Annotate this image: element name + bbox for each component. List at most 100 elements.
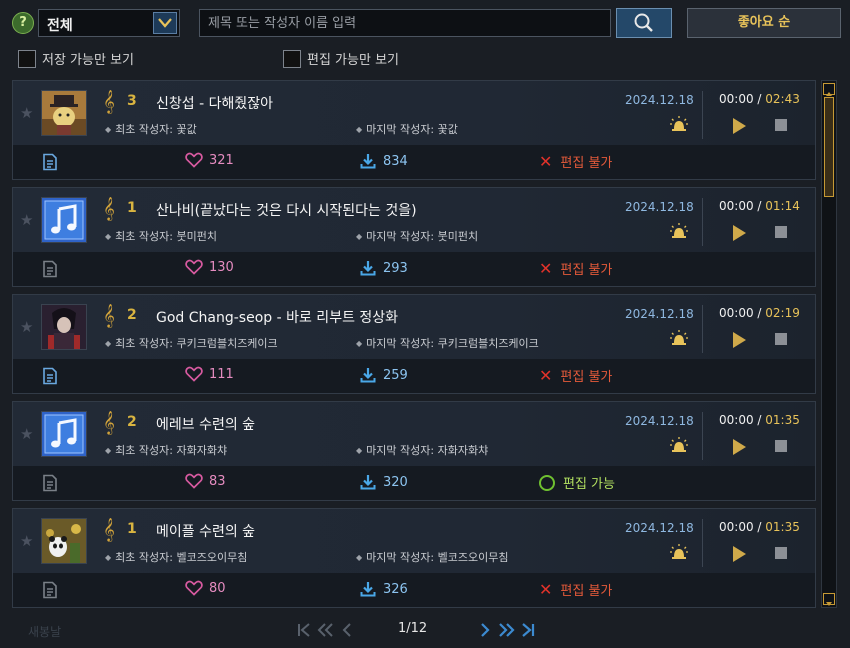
diamond-icon: ◆ <box>356 232 363 241</box>
song-card-info: ★ 𝄞 3 신창섭 - 다해줬잖아 ◆ 최초 작성자: 꽃값 ◆ 마지막 작성자: … <box>13 81 815 145</box>
song-title[interactable]: God Chang-seop - 바로 리부트 정상화 <box>156 307 398 327</box>
song-card[interactable]: ★ 𝄞 3 신창섭 - 다해줬잖아 ◆ 최초 작성자: 꽃값 ◆ 마지막 작성자: … <box>12 80 816 180</box>
prev-ten-pages-icon[interactable] <box>316 622 336 642</box>
download-count[interactable]: 320 <box>359 473 408 491</box>
search-input[interactable] <box>199 9 611 37</box>
document-icon[interactable] <box>41 260 59 282</box>
next-page-icon[interactable] <box>480 622 492 642</box>
favorite-star-icon[interactable]: ★ <box>20 104 33 122</box>
document-icon[interactable] <box>41 153 59 175</box>
divider <box>702 305 703 353</box>
song-card-info: ★ 𝄞 2 에레브 수련의 숲 ◆ 최초 작성자: 자화자화챠 ◆ 마지막 작성자:… <box>13 402 815 466</box>
first-author: ◆ 최초 작성자: 자화자화챠 <box>105 442 227 458</box>
treble-clef-icon: 𝄞 <box>103 410 115 434</box>
like-count-value: 130 <box>209 259 234 275</box>
favorite-star-icon[interactable]: ★ <box>20 318 33 336</box>
play-icon[interactable] <box>733 225 746 241</box>
download-count[interactable]: 834 <box>359 152 408 170</box>
alarm-icon[interactable] <box>669 436 689 458</box>
diamond-icon: ◆ <box>105 553 112 562</box>
help-icon[interactable]: ? <box>12 12 34 34</box>
last-author-name: 자화자화챠 <box>437 444 489 457</box>
edit-status-label: 편집 불가 <box>560 584 613 599</box>
song-date: 2024.12.18 <box>625 521 694 535</box>
diamond-icon: ◆ <box>105 125 112 134</box>
stop-icon[interactable] <box>775 547 787 559</box>
like-count[interactable]: 83 <box>185 473 226 489</box>
scrollbar-thumb[interactable] <box>824 97 834 197</box>
like-count[interactable]: 130 <box>185 259 234 275</box>
last-page-icon[interactable] <box>520 622 536 642</box>
search-button[interactable] <box>616 8 672 38</box>
favorite-star-icon[interactable]: ★ <box>20 211 33 229</box>
instrument-count: 3 <box>127 93 137 109</box>
instrument-count: 1 <box>127 200 137 216</box>
chevron-down-icon[interactable] <box>153 12 177 34</box>
scroll-up-icon[interactable] <box>823 83 835 96</box>
song-card[interactable]: ★ 𝄞 1 메이플 수련의 숲 ◆ 최초 작성자: 벨코즈오이무침 ◆ 마지막 작성… <box>12 508 816 608</box>
prev-page-icon[interactable] <box>340 622 352 642</box>
stop-icon[interactable] <box>775 226 787 238</box>
stop-icon[interactable] <box>775 440 787 452</box>
checkbox-box[interactable] <box>283 49 301 68</box>
stop-icon[interactable] <box>775 333 787 345</box>
favorite-star-icon[interactable]: ★ <box>20 425 33 443</box>
like-count[interactable]: 321 <box>185 152 234 168</box>
category-select[interactable]: 전체 <box>38 9 180 37</box>
document-icon[interactable] <box>41 474 59 496</box>
play-icon[interactable] <box>733 332 746 348</box>
song-title[interactable]: 에레브 수련의 숲 <box>156 414 255 434</box>
checkbox-box[interactable] <box>18 49 36 68</box>
song-card[interactable]: ★ 𝄞 2 God Chang-seop - 바로 리부트 정상화 ◆ 최초 작성… <box>12 294 816 394</box>
favorite-star-icon[interactable]: ★ <box>20 532 33 550</box>
edit-only-label: 편집 가능만 보기 <box>307 53 399 68</box>
scrollbar[interactable] <box>821 80 837 608</box>
like-count[interactable]: 111 <box>185 366 234 382</box>
download-count[interactable]: 326 <box>359 580 408 598</box>
play-time: 00:00 / 01:35 <box>719 413 800 427</box>
song-title[interactable]: 산나비(끝났다는 것은 다시 시작된다는 것을) <box>156 200 417 220</box>
download-icon <box>360 475 376 490</box>
total-time: 01:35 <box>765 520 800 534</box>
filter-bar: ? 전체 좋아요 순 저장 가능만 보기 편집 가능만 보기 <box>0 0 850 80</box>
treble-clef-icon: 𝄞 <box>103 303 115 327</box>
alarm-icon[interactable] <box>669 222 689 244</box>
play-icon[interactable] <box>733 546 746 562</box>
first-author-prefix: 최초 작성자: <box>115 337 173 350</box>
song-card[interactable]: ★ 𝄞 1 산나비(끝났다는 것은 다시 시작된다는 것을) ◆ 최초 작성자: … <box>12 187 816 287</box>
diamond-icon: ◆ <box>356 339 363 348</box>
scroll-down-icon[interactable] <box>823 593 835 606</box>
alarm-icon[interactable] <box>669 115 689 137</box>
first-page-icon[interactable] <box>296 622 312 642</box>
current-time: 00:00 <box>719 199 754 213</box>
edit-status: ✕ 편집 불가 <box>539 580 612 599</box>
save-only-checkbox[interactable]: 저장 가능만 보기 <box>18 49 134 68</box>
document-icon[interactable] <box>41 367 59 389</box>
sort-by-likes-button[interactable]: 좋아요 순 <box>687 8 841 38</box>
like-count[interactable]: 80 <box>185 580 226 596</box>
play-icon[interactable] <box>733 118 746 134</box>
first-author-prefix: 최초 작성자: <box>115 230 173 243</box>
first-author-prefix: 최초 작성자: <box>115 123 173 136</box>
document-icon[interactable] <box>41 581 59 603</box>
last-author: ◆ 마지막 작성자: 벨코즈오이무침 <box>356 549 508 565</box>
song-card[interactable]: ★ 𝄞 2 에레브 수련의 숲 ◆ 최초 작성자: 자화자화챠 ◆ 마지막 작성자:… <box>12 401 816 501</box>
play-icon[interactable] <box>733 439 746 455</box>
total-time: 01:14 <box>765 199 800 213</box>
edit-only-checkbox[interactable]: 편집 가능만 보기 <box>283 49 399 68</box>
alarm-icon[interactable] <box>669 329 689 351</box>
song-title[interactable]: 메이플 수련의 숲 <box>156 521 255 541</box>
download-count[interactable]: 293 <box>359 259 408 277</box>
treble-clef-icon: 𝄞 <box>103 89 115 113</box>
song-list: ★ 𝄞 3 신창섭 - 다해줬잖아 ◆ 최초 작성자: 꽃값 ◆ 마지막 작성자: … <box>12 80 816 608</box>
stop-icon[interactable] <box>775 119 787 131</box>
download-icon <box>360 368 376 383</box>
download-count[interactable]: 259 <box>359 366 408 384</box>
diamond-icon: ◆ <box>105 339 112 348</box>
song-title[interactable]: 신창섭 - 다해줬잖아 <box>156 93 273 113</box>
alarm-icon[interactable] <box>669 543 689 565</box>
song-card-info: ★ 𝄞 1 산나비(끝났다는 것은 다시 시작된다는 것을) ◆ 최초 작성자: … <box>13 188 815 252</box>
page-indicator: 1/12 <box>398 621 428 636</box>
next-ten-pages-icon[interactable] <box>496 622 516 642</box>
first-author: ◆ 최초 작성자: 쿠키크럼블치즈케이크 <box>105 335 278 351</box>
